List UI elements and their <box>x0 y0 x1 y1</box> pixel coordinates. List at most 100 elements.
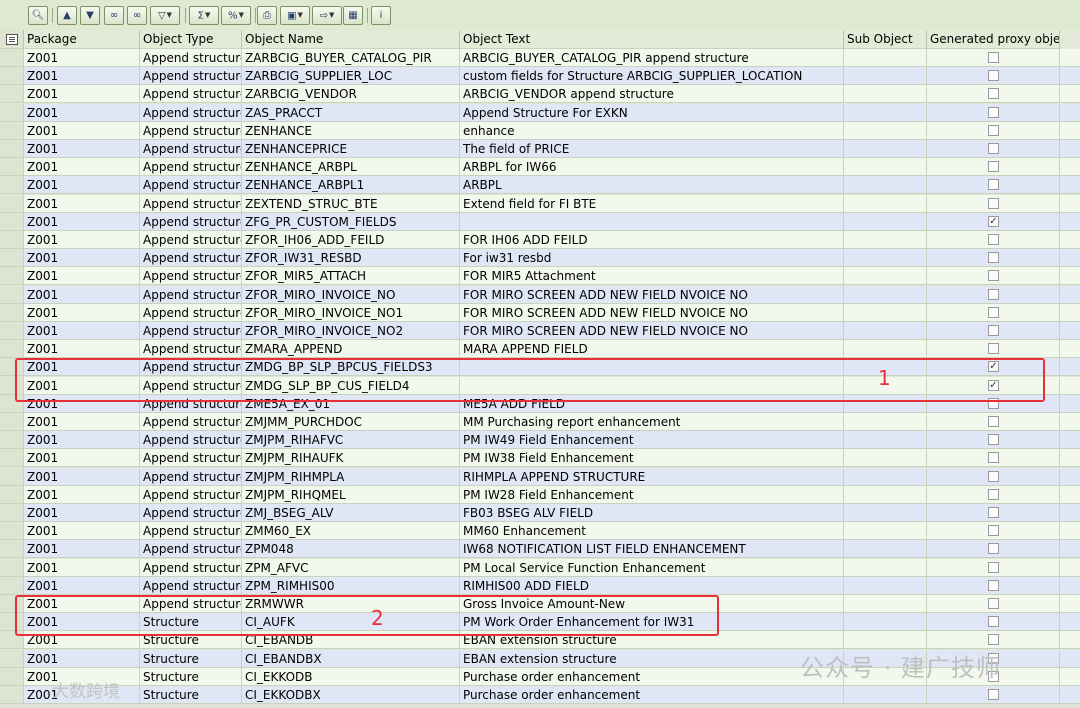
column-header-object-type[interactable]: Object Type <box>140 30 242 49</box>
proxy-checkbox[interactable] <box>988 416 999 427</box>
cell-sub-object[interactable] <box>844 103 927 122</box>
cell-object-type[interactable]: Append structure <box>140 303 242 322</box>
proxy-checkbox[interactable] <box>988 343 999 355</box>
cell-sub-object[interactable] <box>844 285 927 304</box>
row-selector[interactable] <box>0 194 24 213</box>
row-selector[interactable] <box>0 413 24 431</box>
cell-object-type[interactable]: Append structure <box>140 85 242 104</box>
proxy-checkbox[interactable] <box>988 452 999 464</box>
cell-object-name[interactable]: CI_EBANDB <box>242 631 460 650</box>
table-row[interactable]: Z001 Append structure ZMJPM_RIHAUFK PM IW38… <box>0 449 1080 468</box>
cell-object-name[interactable]: ZFOR_MIRO_INVOICE_NO1 <box>242 303 460 322</box>
cell-object-text[interactable]: PM Work Order Enhancement for IW31 <box>460 613 844 632</box>
proxy-checkbox[interactable] <box>988 561 999 573</box>
cell-package[interactable]: Z001 <box>24 358 140 377</box>
cell-object-text[interactable]: Purchase order enhancement <box>460 686 844 704</box>
cell-sub-object[interactable] <box>844 340 927 359</box>
subtotals-button[interactable]: %▼ <box>221 6 251 25</box>
cell-object-name[interactable]: ZARBCIG_VENDOR <box>242 85 460 104</box>
cell-object-text[interactable]: PM Local Service Function Enhancement <box>460 558 844 577</box>
cell-sub-object[interactable] <box>844 67 927 86</box>
table-row[interactable]: Z001 Append structure ZMARA_APPEND MARA APP… <box>0 340 1080 359</box>
cell-sub-object[interactable] <box>844 595 927 613</box>
proxy-checkbox[interactable] <box>988 252 999 264</box>
table-row[interactable]: Z001 Append structure ZMJMM_PURCHDOC MM Pur… <box>0 413 1080 431</box>
cell-object-type[interactable]: Append structure <box>140 231 242 249</box>
cell-object-name[interactable]: ZFG_PR_CUSTOM_FIELDS <box>242 212 460 231</box>
cell-object-type[interactable]: Append structure <box>140 103 242 122</box>
cell-object-name[interactable]: ZMJPM_RIHMPLA <box>242 467 460 486</box>
sort-descending-button[interactable]: ▼ <box>80 6 100 25</box>
cell-object-type[interactable]: Append structure <box>140 467 242 486</box>
cell-object-type[interactable]: Append structure <box>140 413 242 431</box>
cell-sub-object[interactable] <box>844 540 927 559</box>
cell-sub-object[interactable] <box>844 85 927 104</box>
print-preview-button[interactable]: ⎙ <box>257 6 277 25</box>
cell-object-name[interactable]: ZMJPM_RIHAUFK <box>242 449 460 468</box>
cell-object-text[interactable]: EBAN extension structure <box>460 631 844 650</box>
cell-object-text[interactable]: custom fields for Structure ARBCIG_SUPPL… <box>460 67 844 86</box>
cell-object-type[interactable]: Append structure <box>140 67 242 86</box>
cell-object-name[interactable]: ZPM_AFVC <box>242 558 460 577</box>
export-button[interactable]: ⇨▼ <box>312 6 342 25</box>
cell-object-type[interactable]: Append structure <box>140 121 242 140</box>
cell-object-name[interactable]: CI_EKKODBX <box>242 686 460 704</box>
cell-object-type[interactable]: Structure <box>140 667 242 686</box>
table-row[interactable]: Z001 Append structure ZME5A_EX_01 ME5A ADD … <box>0 394 1080 413</box>
cell-sub-object[interactable] <box>844 140 927 158</box>
proxy-checkbox[interactable] <box>988 579 999 591</box>
cell-sub-object[interactable] <box>844 631 927 650</box>
table-row[interactable]: Z001 Append structure ZMJ_BSEG_ALV FB03 BSE… <box>0 504 1080 522</box>
proxy-checkbox[interactable] <box>988 434 999 446</box>
row-selector[interactable] <box>0 49 24 67</box>
row-selector[interactable] <box>0 686 24 704</box>
table-row[interactable]: Z001 Append structure ZENHANCE enhance <box>0 121 1080 140</box>
cell-object-name[interactable]: ZARBCIG_SUPPLIER_LOC <box>242 67 460 86</box>
cell-package[interactable]: Z001 <box>24 322 140 340</box>
cell-object-text[interactable]: FOR MIR5 Attachment <box>460 267 844 286</box>
row-selector[interactable] <box>0 231 24 249</box>
proxy-checkbox[interactable] <box>988 507 999 518</box>
proxy-checkbox[interactable] <box>988 325 999 336</box>
proxy-checkbox[interactable] <box>988 161 999 173</box>
row-selector[interactable] <box>0 358 24 377</box>
row-selector[interactable] <box>0 140 24 158</box>
cell-object-text[interactable]: Purchase order enhancement <box>460 667 844 686</box>
row-selector[interactable] <box>0 449 24 468</box>
cell-sub-object[interactable] <box>844 558 927 577</box>
cell-object-type[interactable]: Append structure <box>140 340 242 359</box>
row-selector[interactable] <box>0 176 24 195</box>
cell-object-name[interactable]: ZME5A_EX_01 <box>242 394 460 413</box>
cell-object-type[interactable]: Append structure <box>140 212 242 231</box>
proxy-checkbox[interactable] <box>988 234 999 245</box>
row-selector[interactable] <box>0 558 24 577</box>
row-selector[interactable] <box>0 576 24 595</box>
table-row[interactable]: Z001 Structure CI_EBANDB EBAN extension str… <box>0 631 1080 650</box>
cell-object-text[interactable]: Gross Invoice Amount-New <box>460 595 844 613</box>
row-selector[interactable] <box>0 504 24 522</box>
cell-object-name[interactable]: ZENHANCE <box>242 121 460 140</box>
cell-object-text[interactable]: PM IW38 Field Enhancement <box>460 449 844 468</box>
cell-object-name[interactable]: ZFOR_MIR5_ATTACH <box>242 267 460 286</box>
proxy-checkbox[interactable] <box>988 106 999 118</box>
row-selector[interactable] <box>0 285 24 304</box>
table-row[interactable]: Z001 Append structure ZARBCIG_BUYER_CATALO… <box>0 49 1080 67</box>
cell-sub-object[interactable] <box>844 303 927 322</box>
cell-object-type[interactable]: Append structure <box>140 158 242 177</box>
cell-object-name[interactable]: ZAS_PRACCT <box>242 103 460 122</box>
cell-object-text[interactable]: MM Purchasing report enhancement <box>460 413 844 431</box>
cell-sub-object[interactable] <box>844 413 927 431</box>
cell-object-text[interactable] <box>460 212 844 231</box>
proxy-checkbox[interactable] <box>988 488 999 500</box>
cell-package[interactable]: Z001 <box>24 340 140 359</box>
table-row[interactable]: Z001 Append structure ZPM048 IW68 NOTIFICAT… <box>0 540 1080 559</box>
row-selector[interactable] <box>0 431 24 450</box>
cell-object-type[interactable]: Append structure <box>140 176 242 195</box>
table-row[interactable]: Z001 Append structure ZFOR_IH06_ADD_FEILD F… <box>0 231 1080 249</box>
cell-object-name[interactable]: CI_AUFK <box>242 613 460 632</box>
cell-object-name[interactable]: ZRMWWR <box>242 595 460 613</box>
cell-package[interactable]: Z001 <box>24 613 140 632</box>
proxy-checkbox[interactable] <box>988 52 999 63</box>
proxy-checkbox[interactable] <box>988 88 999 100</box>
cell-package[interactable]: Z001 <box>24 103 140 122</box>
